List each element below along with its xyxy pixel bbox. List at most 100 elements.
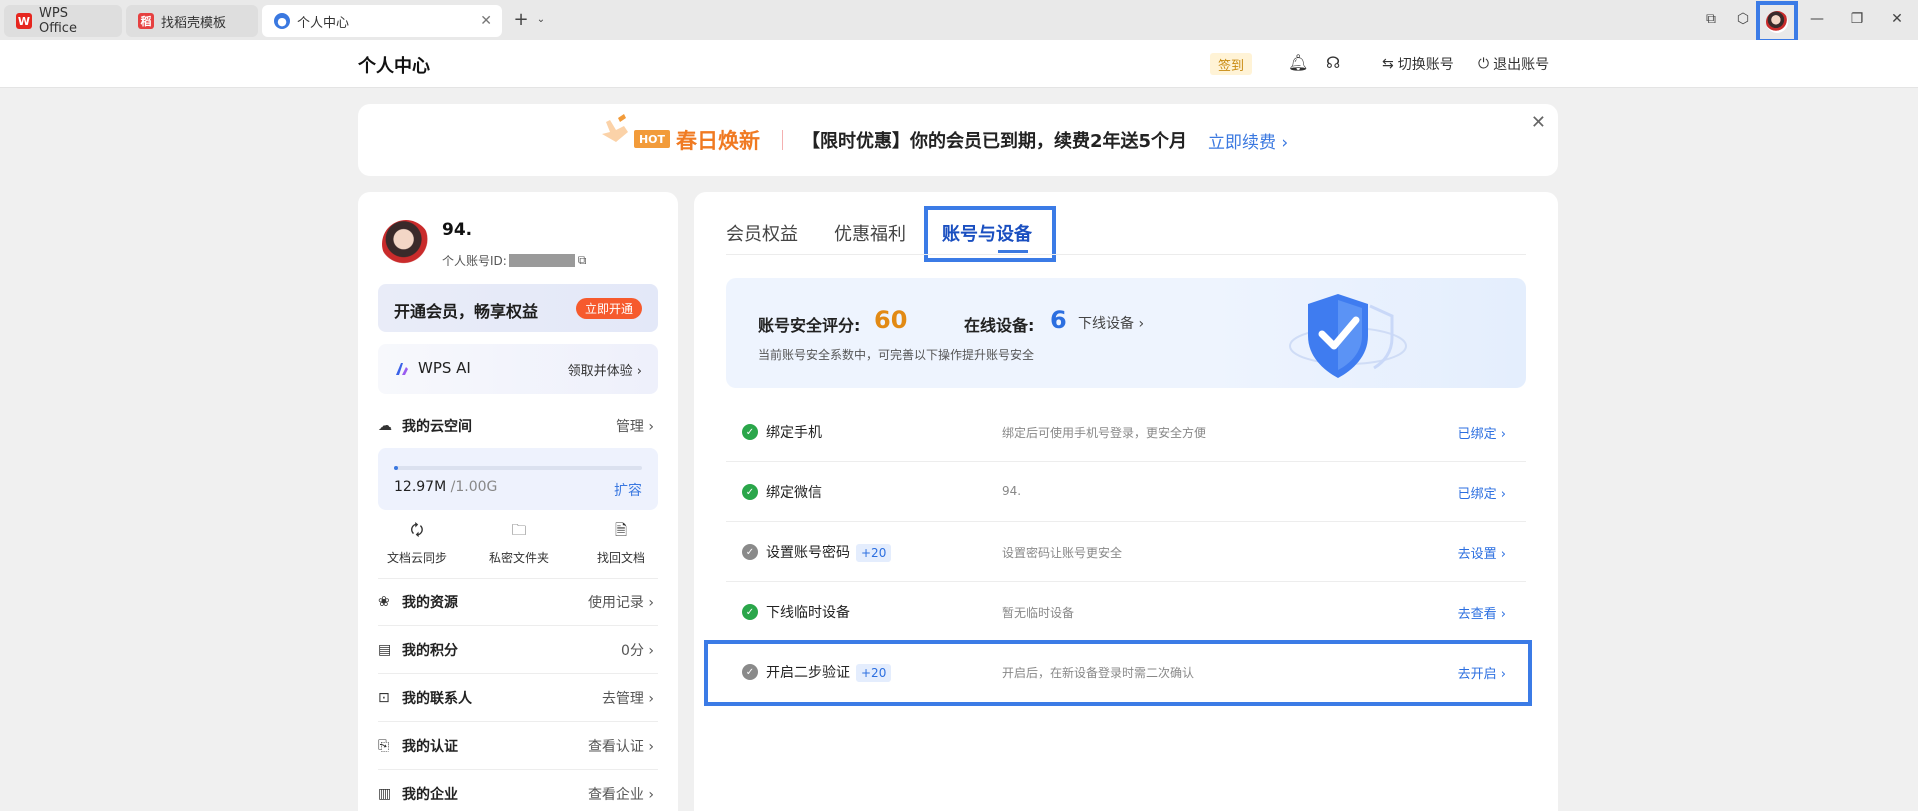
setting-bind-wechat[interactable]: ✓ 绑定微信 94. 已绑定 › xyxy=(726,462,1526,522)
tab-bar: W WPS Office 稻 找稻壳模板 ● 个人中心 ✕ + ⌄ ⧉ ⬡ — … xyxy=(0,0,1918,43)
wps-logo-icon: W xyxy=(16,13,32,29)
setting-desc: 绑定后可使用手机号登录，更安全方便 xyxy=(1002,426,1207,440)
tab-wps-office[interactable]: W WPS Office xyxy=(4,5,122,37)
switch-icon: ⇆ xyxy=(1382,56,1394,72)
security-desc: 当前账号安全系数中，可完善以下操作提升账号安全 xyxy=(758,348,1035,362)
chevron-down-icon[interactable]: ⌄ xyxy=(530,8,552,30)
menu-link[interactable]: 查看企业 › xyxy=(588,784,654,804)
headset-icon[interactable]: ☊ xyxy=(1326,53,1340,72)
expand-storage-link[interactable]: 扩容 xyxy=(614,480,642,500)
calendar-icon: ▤ xyxy=(378,641,392,658)
security-score-label: 账号安全评分: xyxy=(758,316,861,335)
cloud-usage-box: 12.97M /1.00G 扩容 xyxy=(378,448,658,510)
menu-link[interactable]: 查看认证 › xyxy=(588,736,654,756)
menu-resources[interactable]: ❀ 我的资源 使用记录 › xyxy=(378,578,658,626)
logout-label: 退出账号 xyxy=(1493,57,1550,73)
user-id: 个人账号ID: ⧉ xyxy=(442,252,586,269)
private-folder[interactable]: 🗀 私密文件夹 xyxy=(474,520,564,566)
doc-cloud-sync[interactable]: 🗘 文档云同步 xyxy=(372,520,462,566)
sign-in-button[interactable]: 签到 xyxy=(1210,53,1253,75)
account-avatar-button[interactable] xyxy=(1756,1,1798,43)
thumbs-up-icon xyxy=(602,114,628,142)
offline-devices-link[interactable]: 下线设备 › xyxy=(1078,313,1144,333)
private-folder-label: 私密文件夹 xyxy=(488,551,549,565)
account-device-panel: 会员权益 优惠福利 账号与设备 账号安全评分: 60 在线设备: 6 下线设备 … xyxy=(694,192,1558,811)
setting-label: 绑定手机 xyxy=(766,425,822,441)
menu-certification[interactable]: ⎘ 我的认证 查看认证 › xyxy=(378,722,658,770)
wps-ai-box[interactable]: WPS AI 领取并体验 › xyxy=(378,344,658,394)
page-title: 个人中心 xyxy=(358,56,430,77)
tab-label: 找稻壳模板 xyxy=(161,15,227,31)
bonus-badge: +20 xyxy=(856,544,892,562)
menu-label: 我的联系人 xyxy=(402,690,472,707)
setting-label: 下线临时设备 xyxy=(766,605,850,621)
user-id-label: 个人账号ID: xyxy=(442,254,507,268)
bell-icon[interactable]: 🔔︎ xyxy=(1288,53,1308,72)
menu-label: 我的认证 xyxy=(402,738,458,755)
check-icon: ✓ xyxy=(742,424,758,440)
copy-icon[interactable]: ⧉ xyxy=(578,253,587,268)
banner-title: 春日焕新 xyxy=(676,129,760,153)
avatar[interactable] xyxy=(382,220,430,268)
renew-link[interactable]: 立即续费 › xyxy=(1208,128,1288,153)
check-icon: ✓ xyxy=(742,484,758,500)
close-icon[interactable]: ✕ xyxy=(1531,112,1546,133)
tab-discounts[interactable]: 优惠福利 xyxy=(834,220,906,246)
setting-action[interactable]: 已绑定 › xyxy=(1458,483,1506,502)
user-icon: ● xyxy=(274,13,290,29)
storage-used: 12.97M xyxy=(394,479,447,495)
masked-id xyxy=(508,254,575,267)
switch-account-link[interactable]: ⇆ 切换账号 xyxy=(1382,54,1454,74)
minimize-icon[interactable]: — xyxy=(1806,8,1828,30)
setting-desc: 设置密码让账号更安全 xyxy=(1002,546,1123,560)
menu-link[interactable]: 使用记录 › xyxy=(588,592,654,612)
tab-label: 个人中心 xyxy=(297,15,350,31)
setting-action[interactable]: 去设置 › xyxy=(1458,543,1506,562)
security-score: 60 xyxy=(874,306,908,334)
menu-link[interactable]: 去管理 › xyxy=(602,688,654,708)
open-vip-button[interactable]: 立即开通 xyxy=(575,298,642,319)
user-name: 94. xyxy=(442,220,473,240)
vip-text: 开通会员，畅享权益 xyxy=(394,302,539,321)
tab-member-benefits[interactable]: 会员权益 xyxy=(726,220,798,246)
window-close-icon[interactable]: ✕ xyxy=(1886,8,1908,30)
storage-total: /1.00G xyxy=(446,479,498,495)
cloud-manage-link[interactable]: 管理 › xyxy=(616,416,654,436)
logout-link[interactable]: ⏻ 退出账号 xyxy=(1478,54,1549,74)
storage-usage: 12.97M /1.00G xyxy=(394,479,497,495)
switch-account-label: 切换账号 xyxy=(1397,57,1454,73)
power-icon: ⏻ xyxy=(1478,56,1490,72)
tab-personal-center[interactable]: ● 个人中心 ✕ xyxy=(262,5,502,37)
tab-docer[interactable]: 稻 找稻壳模板 xyxy=(126,5,258,37)
cube-icon[interactable]: ⬡ xyxy=(1732,8,1754,30)
window-restore-icon[interactable]: ⧉ xyxy=(1700,8,1722,30)
tab-account-devices[interactable]: 账号与设备 xyxy=(942,220,1032,246)
recover-docs[interactable]: 🗎 找回文档 xyxy=(576,520,666,566)
menu-link[interactable]: 0分 › xyxy=(621,640,654,660)
setting-password[interactable]: ✓ 设置账号密码 +20 设置密码让账号更安全 去设置 › xyxy=(726,522,1526,582)
setting-bind-phone[interactable]: ✓ 绑定手机 绑定后可使用手机号登录，更安全方便 已绑定 › xyxy=(726,402,1526,462)
storage-progress-fill xyxy=(394,466,398,470)
setting-desc: 暂无临时设备 xyxy=(1002,606,1075,620)
new-tab-button[interactable]: + xyxy=(510,8,532,30)
setting-action[interactable]: 去查看 › xyxy=(1458,603,1506,622)
cloud-space-row[interactable]: ☁︎ 我的云空间 管理 › xyxy=(378,402,658,450)
menu-contacts[interactable]: ⊡ 我的联系人 去管理 › xyxy=(378,674,658,722)
security-summary: 账号安全评分: 60 在线设备: 6 下线设备 › 当前账号安全系数中，可完善以… xyxy=(726,278,1526,388)
vip-promo-box[interactable]: 开通会员，畅享权益 立即开通 xyxy=(378,284,658,332)
promo-banner[interactable]: HOT 春日焕新 【限时优惠】你的会员已到期，续费2年送5个月 立即续费 › ✕ xyxy=(358,104,1558,176)
storage-progress-bar xyxy=(394,466,642,470)
setting-temp-devices[interactable]: ✓ 下线临时设备 暂无临时设备 去查看 › xyxy=(726,582,1526,642)
menu-label: 我的资源 xyxy=(402,594,458,611)
check-icon: ✓ xyxy=(742,604,758,620)
setting-action[interactable]: 已绑定 › xyxy=(1458,423,1506,442)
menu-label: 我的企业 xyxy=(402,787,458,803)
wps-ai-link[interactable]: 领取并体验 › xyxy=(568,360,642,379)
maximize-icon[interactable]: ❐ xyxy=(1846,8,1868,30)
menu-points[interactable]: ▤ 我的积分 0分 › xyxy=(378,626,658,674)
menu-enterprise[interactable]: ▥ 我的企业 查看企业 › xyxy=(378,770,658,811)
setting-desc: 94. xyxy=(1002,484,1022,498)
close-icon[interactable]: ✕ xyxy=(480,13,492,29)
docer-logo-icon: 稻 xyxy=(138,13,154,29)
recover-docs-label: 找回文档 xyxy=(596,551,645,565)
